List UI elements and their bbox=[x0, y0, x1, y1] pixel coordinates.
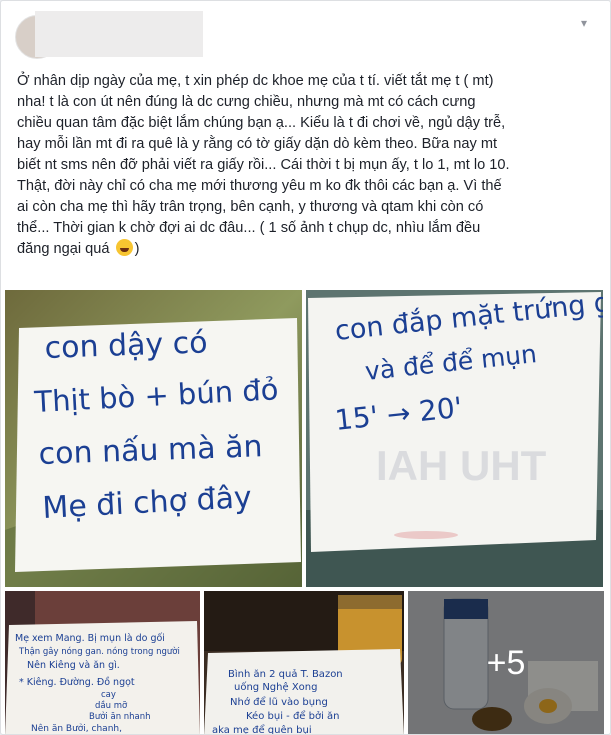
note4-line: aka mẹ để quên bụi bbox=[212, 723, 312, 735]
note4-line: uống Nghệ Xong bbox=[234, 681, 317, 693]
post-text-end: ) bbox=[134, 241, 140, 257]
note4-line: Nhớ để lũ vào bụng bbox=[230, 695, 328, 708]
post-line: hay mỗi lần mt đi ra quê là y rằng có tờ… bbox=[17, 136, 498, 152]
note3-line: Thận gây nóng gan. nóng trong người bbox=[18, 646, 180, 657]
photo-more[interactable]: +5 bbox=[408, 591, 604, 734]
more-photos-count[interactable]: +5 bbox=[408, 591, 604, 734]
photo-note-2[interactable]: IAH UHT con đắp mặt trứng gà và để để mụ… bbox=[306, 290, 603, 587]
post-line: nha! t là con út nên đúng là dc cưng chi… bbox=[17, 94, 476, 110]
chevron-down-icon[interactable]: ▾ bbox=[576, 15, 592, 31]
note3-line: Nên ăn Bưởi, chanh, bbox=[31, 723, 122, 734]
post-card: ▾ Ở nhân dịp ngày của mẹ, t xin phép dc … bbox=[0, 0, 611, 735]
post-line: ai còn cha mẹ thì hãy trân trọng, bên cạ… bbox=[17, 199, 484, 215]
post-line: đăng ngại quá bbox=[17, 241, 110, 257]
post-line: biết nt sms nên đỡ phải viết ra giấy rồi… bbox=[17, 157, 510, 173]
post-line: thể... Thời gian k chờ đợi ai dc đâu... … bbox=[17, 220, 481, 236]
author-name-redacted[interactable] bbox=[35, 11, 203, 57]
post-text: Ở nhân dịp ngày của mẹ, t xin phép dc kh… bbox=[17, 71, 602, 260]
note4-line: Kéo bụi - để bởi ăn bbox=[246, 709, 340, 722]
note3-line: Bưởi ăn nhanh bbox=[89, 711, 151, 722]
note3-line: Mẹ xem Mang. Bị mụn là do gối bbox=[15, 633, 165, 644]
note4-line: Bình ăn 2 quả T. Bazon bbox=[228, 668, 343, 680]
note3-line: cay bbox=[101, 690, 116, 700]
photo-note-1[interactable]: con dậy có Thịt bò + bún đỏ con nấu mà ă… bbox=[5, 290, 302, 587]
post-line: chiều quan tâm đặc biệt lắm chúng bạn ạ.… bbox=[17, 115, 506, 131]
post-line: Thật, đời này chỉ có cha mẹ mới thương y… bbox=[17, 178, 502, 194]
note3-line: Nên Kiêng và ăn gì. bbox=[27, 660, 120, 671]
note3-line: dầu mỡ bbox=[95, 700, 128, 711]
note3-line: * Kiêng. Đường. Đồ ngọt bbox=[19, 677, 135, 688]
photo-note-3[interactable]: Mẹ xem Mang. Bị mụn là do gối Thận gây n… bbox=[5, 591, 200, 734]
photo-note-4[interactable]: Bình ăn 2 quả T. Bazon uống Nghệ Xong Nh… bbox=[204, 591, 404, 735]
laughing-face-icon bbox=[115, 239, 133, 256]
svg-text:IAH UHT: IAH UHT bbox=[376, 442, 547, 489]
note1-line: con dậy có bbox=[44, 325, 208, 366]
post-line: Ở nhân dịp ngày của mẹ, t xin phép dc kh… bbox=[17, 73, 494, 89]
